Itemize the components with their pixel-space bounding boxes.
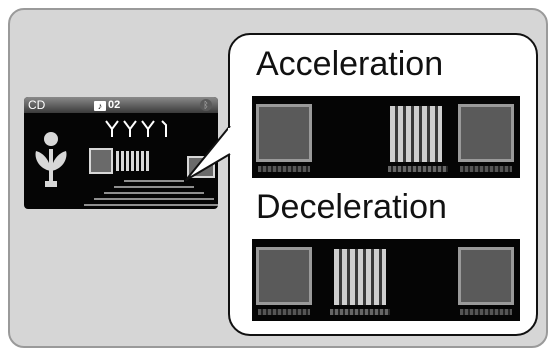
flower-icon [35,132,67,187]
track-number: 02 [108,99,121,111]
bluetooth-icon: ᛒ [200,99,212,111]
source-label: CD [28,98,46,112]
album-cover-right [458,104,514,162]
acceleration-animation [252,96,520,178]
track-indicator: ♪ 02 [94,97,120,113]
deceleration-animation [252,239,520,321]
album-stack [334,249,386,305]
album-cover-left [256,247,312,305]
album-cover-right [458,247,514,305]
callout-pointer [185,125,232,181]
callout-bubble: Acceleration Deceleration [228,33,538,336]
album-reflection [460,309,512,315]
album-reflection [460,166,512,172]
deceleration-label: Deceleration [256,188,447,226]
album-reflection [258,309,310,315]
album-reflection [330,309,390,315]
album-reflection [258,166,310,172]
music-note-icon: ♪ [94,101,106,111]
album-cover-left [256,104,312,162]
album-reflection [388,166,448,172]
album-stack [390,106,442,162]
acceleration-label: Acceleration [256,45,444,83]
display-header: CD ♪ 02 ᛒ [24,97,218,113]
